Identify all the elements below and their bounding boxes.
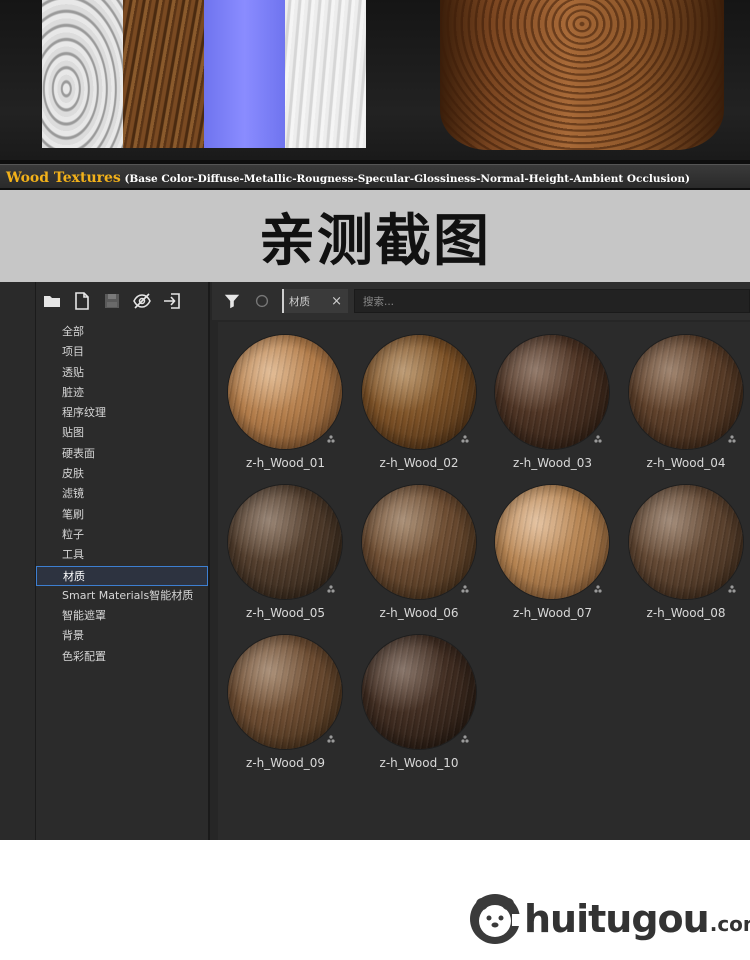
filter-icon[interactable] bbox=[220, 289, 244, 313]
new-file-icon[interactable] bbox=[70, 289, 94, 313]
material-name: z-h_Wood_08 bbox=[646, 606, 726, 620]
material-type-icon bbox=[594, 435, 602, 443]
material-name: z-h_Wood_02 bbox=[379, 456, 459, 470]
texture-swatch-strip bbox=[42, 0, 366, 148]
material-type-icon bbox=[594, 585, 602, 593]
huitugou-logo: huitugou .com bbox=[468, 892, 750, 946]
material-grid-area: z-h_Wood_01 z-h_Wood_02 z-h_Wood_03 z-h_Woo… bbox=[218, 322, 750, 840]
material-tile[interactable]: z-h_Wood_07 bbox=[489, 480, 623, 630]
height-map-swatch bbox=[42, 0, 123, 148]
category-item[interactable]: 程序纹理 bbox=[36, 403, 208, 423]
material-preview-sphere bbox=[228, 635, 342, 749]
category-item[interactable]: 背景 bbox=[36, 626, 208, 646]
material-tile[interactable]: z-h_Wood_01 bbox=[222, 330, 356, 480]
material-preview-sphere bbox=[228, 335, 342, 449]
material-preview-sphere bbox=[628, 485, 743, 599]
material-name: z-h_Wood_03 bbox=[513, 456, 592, 470]
left-gutter bbox=[0, 282, 36, 840]
search-input[interactable] bbox=[355, 291, 749, 313]
material-preview-sphere bbox=[628, 335, 743, 449]
asset-browser: 全部 项目 透贴 脏迹 程序纹理 贴图 硬表面 皮肤 滤镜 笔刷 粒子 工具 材质 Smart Mater… bbox=[0, 282, 750, 840]
material-preview-sphere bbox=[361, 635, 476, 749]
material-preview-sphere bbox=[228, 485, 342, 599]
material-name: z-h_Wood_05 bbox=[246, 606, 325, 620]
category-item[interactable]: 硬表面 bbox=[36, 444, 208, 464]
material-name: z-h_Wood_07 bbox=[513, 606, 592, 620]
wood-texture-preview: Wood Textures (Base Color-Diffuse-Metall… bbox=[0, 0, 750, 190]
category-item[interactable]: 材质 bbox=[36, 565, 208, 586]
logo-text: huitugou bbox=[524, 897, 710, 941]
material-name: z-h_Wood_06 bbox=[379, 606, 459, 620]
category-item[interactable]: 全部 bbox=[36, 322, 208, 342]
category-item[interactable]: 智能遮罩 bbox=[36, 606, 208, 626]
category-item[interactable]: 笔刷 bbox=[36, 505, 208, 525]
category-item[interactable]: 皮肤 bbox=[36, 464, 208, 484]
category-toolbar bbox=[36, 282, 208, 320]
material-preview-sphere bbox=[495, 335, 609, 449]
category-item[interactable]: 色彩配置 bbox=[36, 647, 208, 667]
preview-render bbox=[0, 0, 750, 160]
material-browser: 材质 × z-h_Wood_01z-h_Wood_02z-h_Wood_03z-… bbox=[212, 282, 750, 840]
material-tile[interactable]: z-h_Wood_10 bbox=[356, 630, 490, 780]
material-tile[interactable]: z-h_Wood_09 bbox=[222, 630, 356, 780]
material-name: z-h_Wood_09 bbox=[246, 756, 325, 770]
material-type-icon bbox=[727, 585, 736, 593]
category-item[interactable]: 滤镜 bbox=[36, 484, 208, 504]
material-tile[interactable]: z-h_Wood_08 bbox=[623, 480, 750, 630]
footer: huitugou .com bbox=[0, 840, 750, 960]
logo-domain: .com bbox=[709, 912, 750, 936]
material-tile[interactable]: z-h_Wood_03 bbox=[489, 330, 623, 480]
material-type-icon bbox=[327, 735, 335, 743]
folder-icon[interactable] bbox=[40, 289, 64, 313]
material-preview-sphere bbox=[361, 335, 476, 449]
wood-jar-render bbox=[440, 0, 724, 150]
category-list: 全部 项目 透贴 脏迹 程序纹理 贴图 硬表面 皮肤 滤镜 笔刷 粒子 工具 材质 Smart Mater… bbox=[36, 322, 208, 667]
glossiness-map-swatch bbox=[285, 0, 366, 148]
filter-tag-chip[interactable]: 材质 × bbox=[282, 289, 348, 313]
material-preview-sphere bbox=[361, 485, 476, 599]
headline-banner: 亲测截图 bbox=[0, 190, 750, 282]
material-type-icon bbox=[460, 585, 469, 593]
material-type-icon bbox=[460, 435, 469, 443]
import-icon[interactable] bbox=[160, 289, 184, 313]
material-type-icon bbox=[727, 435, 736, 443]
filter-bar: 材质 × bbox=[212, 282, 750, 320]
dog-logo-icon bbox=[470, 894, 522, 944]
caption-title: Wood Textures bbox=[6, 170, 121, 186]
category-item[interactable]: 项目 bbox=[36, 342, 208, 362]
filter-tag-label: 材质 bbox=[289, 295, 310, 308]
normal-map-swatch bbox=[204, 0, 285, 148]
category-item[interactable]: 贴图 bbox=[36, 423, 208, 443]
close-icon[interactable]: × bbox=[331, 295, 342, 308]
material-type-icon bbox=[327, 585, 335, 593]
material-preview-sphere bbox=[495, 485, 609, 599]
reset-icon[interactable] bbox=[250, 289, 274, 313]
category-item[interactable]: 工具 bbox=[36, 545, 208, 565]
category-item[interactable]: Smart Materials智能材质 bbox=[36, 586, 208, 606]
category-panel: 全部 项目 透贴 脏迹 程序纹理 贴图 硬表面 皮肤 滤镜 笔刷 粒子 工具 材质 Smart Mater… bbox=[36, 282, 210, 840]
hide-icon[interactable] bbox=[130, 289, 154, 313]
category-item[interactable]: 粒子 bbox=[36, 525, 208, 545]
caption-subtitle: (Base Color-Diffuse-Metallic-Rougness-Sp… bbox=[120, 173, 690, 185]
diffuse-map-swatch bbox=[123, 0, 204, 148]
material-tile[interactable]: z-h_Wood_05 bbox=[222, 480, 356, 630]
category-item[interactable]: 脏迹 bbox=[36, 383, 208, 403]
material-type-icon bbox=[327, 435, 335, 443]
headline-text: 亲测截图 bbox=[259, 208, 491, 274]
material-tile[interactable]: z-h_Wood_04 bbox=[623, 330, 750, 480]
material-tile[interactable]: z-h_Wood_06 bbox=[356, 480, 490, 630]
save-icon[interactable] bbox=[100, 289, 124, 313]
preview-caption: Wood Textures (Base Color-Diffuse-Metall… bbox=[0, 164, 750, 188]
material-grid: z-h_Wood_01 z-h_Wood_02 z-h_Wood_03 z-h_Woo… bbox=[222, 330, 750, 780]
search-box bbox=[354, 289, 750, 313]
material-name: z-h_Wood_04 bbox=[646, 456, 726, 470]
material-type-icon bbox=[460, 735, 469, 743]
material-name: z-h_Wood_10 bbox=[379, 756, 459, 770]
material-tile[interactable]: z-h_Wood_02 bbox=[356, 330, 490, 480]
category-item[interactable]: 透贴 bbox=[36, 363, 208, 383]
material-name: z-h_Wood_01 bbox=[246, 456, 325, 470]
